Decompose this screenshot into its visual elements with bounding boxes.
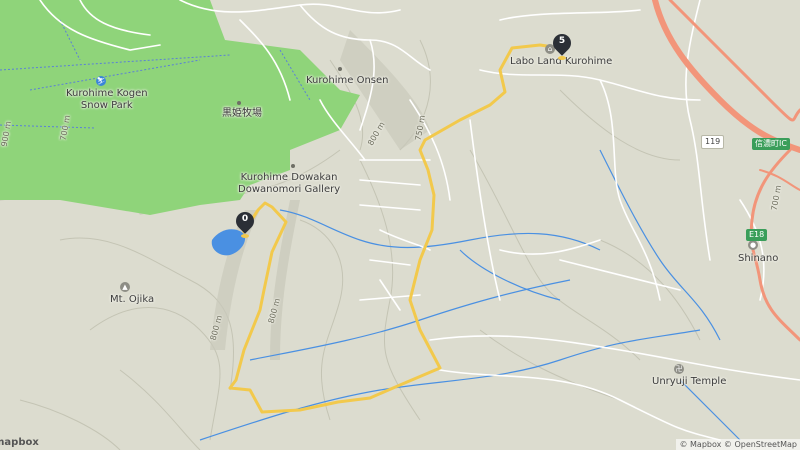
ranch-dot-icon bbox=[237, 101, 241, 105]
interchange-shield[interactable]: 信濃町IC bbox=[752, 138, 790, 150]
gallery-dot-icon bbox=[291, 164, 295, 168]
marker-base bbox=[241, 234, 249, 238]
gallery-label[interactable]: Kurohime Dowakan Dowanomori Gallery bbox=[238, 172, 340, 196]
unryuji-label[interactable]: Unryuji Temple bbox=[652, 376, 726, 388]
e18-shield[interactable]: E18 bbox=[746, 229, 768, 241]
onsen-dot-icon bbox=[338, 67, 342, 71]
mountain-icon[interactable]: ▲ bbox=[120, 282, 130, 292]
map-canvas[interactable]: ⛷ Kurohime Kogen Snow Park 黒姫牧場 Kurohime… bbox=[0, 0, 800, 450]
map-pin-icon[interactable]: 0 bbox=[232, 208, 258, 238]
marker-base bbox=[558, 56, 566, 60]
mt-ojika-label[interactable]: Mt. Ojika bbox=[110, 294, 154, 306]
gallery-label-line2: Dowanomori Gallery bbox=[238, 184, 341, 195]
snow-park-label[interactable]: Kurohime Kogen Snow Park bbox=[66, 88, 148, 112]
temple-icon[interactable]: 卍 bbox=[674, 364, 684, 374]
attribution[interactable]: © Mapbox © OpenStreetMap bbox=[676, 439, 800, 450]
gallery-label-line1: Kurohime Dowakan bbox=[240, 172, 338, 183]
ski-icon[interactable]: ⛷ bbox=[96, 76, 106, 86]
ranch-label[interactable]: 黒姫牧場 bbox=[222, 108, 262, 120]
snow-park-label-line1: Kurohime Kogen bbox=[66, 88, 148, 99]
map-pin-icon[interactable]: 5 bbox=[549, 30, 575, 60]
snow-park-label-line2: Snow Park bbox=[80, 100, 133, 111]
onsen-label[interactable]: Kurohime Onsen bbox=[306, 75, 389, 87]
shinano-label[interactable]: Shinano bbox=[738, 253, 778, 265]
town-icon[interactable]: ● bbox=[748, 240, 758, 250]
route-119-shield[interactable]: 119 bbox=[701, 135, 725, 149]
mapbox-logo[interactable]: mapbox bbox=[0, 437, 39, 448]
marker-end-label: 5 bbox=[558, 36, 566, 46]
marker-start-label: 0 bbox=[241, 214, 249, 224]
